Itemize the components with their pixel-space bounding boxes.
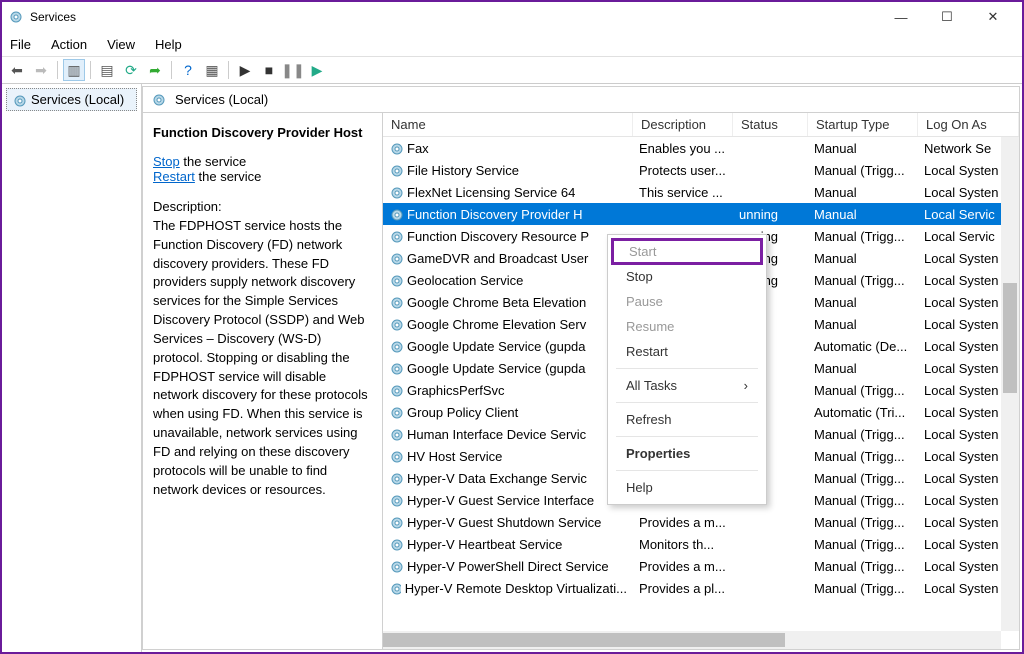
ctx-help[interactable]: Help: [608, 475, 766, 500]
context-menu: Start Stop Pause Resume Restart All Task…: [607, 234, 767, 505]
service-row[interactable]: FlexNet Licensing Service 64This service…: [383, 181, 1019, 203]
restart-link[interactable]: Restart: [153, 169, 195, 184]
menu-file[interactable]: File: [10, 37, 31, 52]
menu-view[interactable]: View: [107, 37, 135, 52]
col-name: Name: [383, 113, 633, 136]
properties-button[interactable]: ▤: [96, 59, 118, 81]
action-button[interactable]: ▦: [201, 59, 223, 81]
service-row[interactable]: File History ServiceProtects user...Manu…: [383, 159, 1019, 181]
forward-button[interactable]: ➡: [30, 59, 52, 81]
restart-button[interactable]: ▶: [306, 59, 328, 81]
toolbar: ⬅ ➡ ▥ ▤ ⟳ ➦ ? ▦ ▶ ■ ❚❚ ▶: [2, 56, 1022, 84]
service-row[interactable]: FaxEnables you ...ManualNetwork Se: [383, 137, 1019, 159]
ctx-properties[interactable]: Properties: [608, 441, 766, 466]
show-hide-tree-button[interactable]: ▥: [63, 59, 85, 81]
service-row[interactable]: Hyper-V Heartbeat ServiceMonitors th...M…: [383, 533, 1019, 555]
service-row[interactable]: Hyper-V Guest Shutdown ServiceProvides a…: [383, 511, 1019, 533]
refresh-button[interactable]: ⟳: [120, 59, 142, 81]
help-button[interactable]: ?: [177, 59, 199, 81]
service-row[interactable]: Hyper-V Remote Desktop Virtualizati...Pr…: [383, 577, 1019, 599]
stop-button[interactable]: ■: [258, 59, 280, 81]
ctx-refresh[interactable]: Refresh: [608, 407, 766, 432]
detail-pane: Function Discovery Provider Host Stop th…: [143, 113, 383, 649]
close-button[interactable]: ✕: [970, 2, 1016, 32]
window-title: Services: [30, 10, 878, 24]
titlebar[interactable]: Services — ☐ ✕: [2, 2, 1022, 32]
col-startup: Startup Type: [808, 113, 918, 136]
vertical-scrollbar[interactable]: [1001, 137, 1019, 631]
gear-icon: [12, 93, 26, 107]
col-description: Description: [633, 113, 733, 136]
back-button[interactable]: ⬅: [6, 59, 28, 81]
maximize-button[interactable]: ☐: [924, 2, 970, 32]
col-status: Status: [733, 113, 808, 136]
main-pane: Services (Local) Function Discovery Prov…: [142, 86, 1020, 650]
ctx-all-tasks[interactable]: All Tasks›: [608, 373, 766, 398]
detail-title: Function Discovery Provider Host: [153, 125, 372, 140]
pause-button[interactable]: ❚❚: [282, 59, 304, 81]
pane-header: Services (Local): [143, 87, 1019, 113]
export-button[interactable]: ➦: [144, 59, 166, 81]
ctx-start[interactable]: Start: [611, 238, 763, 265]
menubar: File Action View Help: [2, 32, 1022, 56]
desc-text: The FDPHOST service hosts the Function D…: [153, 218, 368, 497]
tree-pane: Services (Local): [2, 84, 142, 652]
stop-link[interactable]: Stop: [153, 154, 180, 169]
menu-action[interactable]: Action: [51, 37, 87, 52]
gear-icon: [151, 92, 167, 108]
minimize-button[interactable]: —: [878, 2, 924, 32]
start-button[interactable]: ▶: [234, 59, 256, 81]
menu-help[interactable]: Help: [155, 37, 182, 52]
horizontal-scrollbar[interactable]: [383, 631, 1001, 649]
desc-label: Description:: [153, 199, 222, 214]
column-headers[interactable]: Name Description Status Startup Type Log…: [383, 113, 1019, 137]
tree-item-services-local[interactable]: Services (Local): [6, 88, 137, 111]
ctx-pause[interactable]: Pause: [608, 289, 766, 314]
col-logon: Log On As: [918, 113, 1019, 136]
ctx-restart[interactable]: Restart: [608, 339, 766, 364]
service-row[interactable]: Hyper-V PowerShell Direct ServiceProvide…: [383, 555, 1019, 577]
service-row[interactable]: Function Discovery Provider HunningManua…: [383, 203, 1019, 225]
ctx-resume[interactable]: Resume: [608, 314, 766, 339]
ctx-stop[interactable]: Stop: [608, 264, 766, 289]
services-icon: [8, 9, 24, 25]
